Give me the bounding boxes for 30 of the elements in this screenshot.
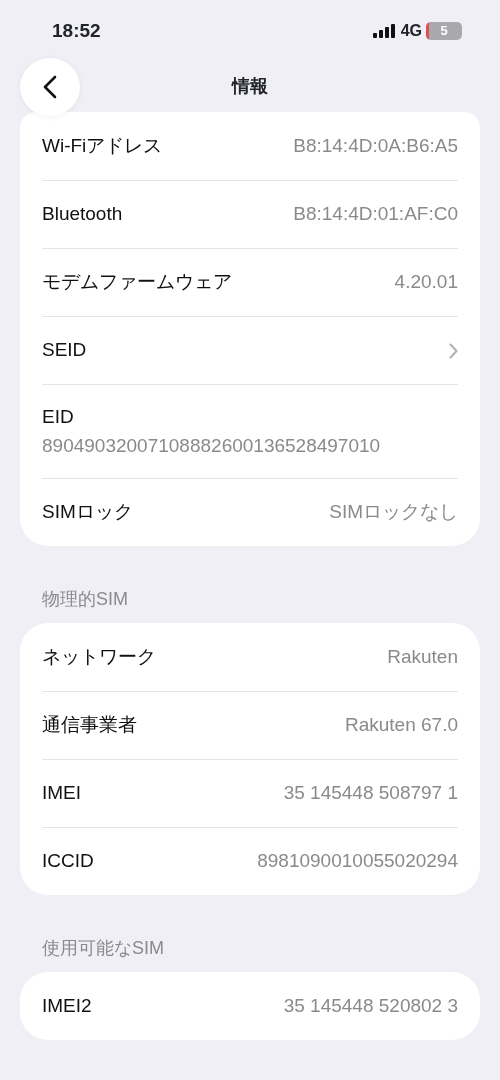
row-label: モデムファームウェア [42,270,232,295]
signal-icon [372,24,397,38]
row-label: SIMロック [42,500,133,525]
network-type: 4G [400,21,422,41]
row-value: B8:14:4D:01:AF:C0 [293,202,458,227]
row-label: EID [42,405,75,429]
row-value: 35 145448 520802 3 [283,993,458,1018]
row-value: 4.20.01 [394,270,458,295]
chevron-icon[interactable] [449,342,458,359]
row-value: B8:14:4D:0A:B6:A5 [293,133,458,158]
status-time: 18:52 [52,18,101,43]
row-value: SIMロックなし [329,500,458,525]
row-value: 8981090010055020294 [257,849,458,874]
row-value: 89049032007108882600136528497010 [42,433,382,458]
row-value: Rakuten 67.0 [344,713,458,738]
row-label: 通信事業者 [42,713,137,738]
row-value: Rakuten [387,644,458,669]
row-label: Bluetooth [42,202,123,227]
row-label: IMEI2 [42,993,92,1018]
page-title: 情報 [232,74,268,98]
row-label[interactable]: SEID [42,336,87,365]
back-icon [43,75,57,99]
row-label: IMEI [42,781,82,806]
row-label: ICCID [42,849,94,874]
row-label: ネットワーク [42,644,156,669]
section-heading: 使用可能なSIM [41,937,165,960]
row-value: 35 145448 508797 1 [283,781,458,806]
battery-indicator: 5 [426,22,462,40]
row-label: Wi-Fiアドレス [42,133,163,158]
section-heading: 物理的SIM [41,588,129,611]
